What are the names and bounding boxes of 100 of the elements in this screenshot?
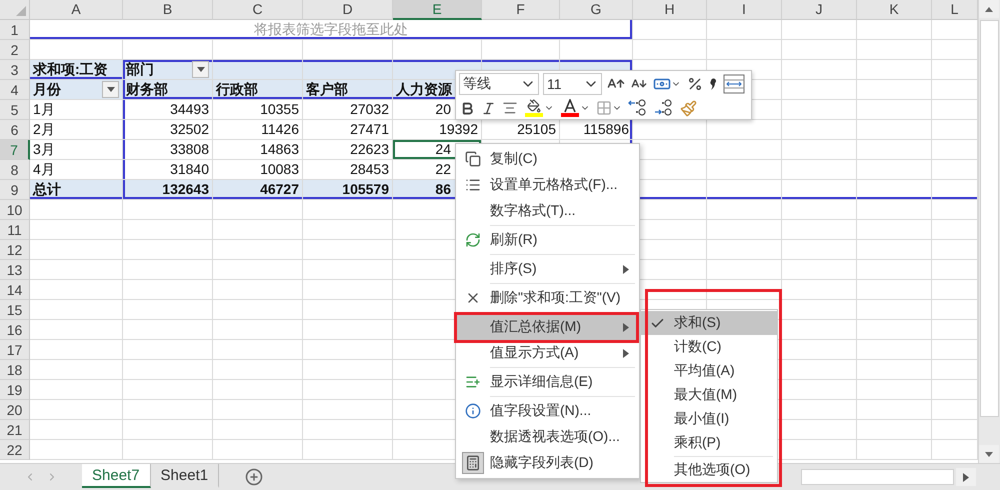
row-header[interactable]: 7 xyxy=(0,140,30,160)
row-header[interactable]: 3 xyxy=(0,60,30,80)
column-header[interactable]: J xyxy=(782,0,857,20)
corner-triangle-icon xyxy=(16,6,26,16)
table-cell: 客户部 xyxy=(303,80,393,100)
row-header[interactable]: 2 xyxy=(0,40,30,60)
table-cell: 10083 xyxy=(213,160,303,180)
menu-item[interactable]: 值显示方式(A) xyxy=(456,340,639,366)
table-cell: 27471 xyxy=(303,120,393,140)
row-header[interactable]: 6 xyxy=(0,120,30,140)
scroll-down-button[interactable] xyxy=(979,445,999,463)
table-cell: 28453 xyxy=(303,160,393,180)
paintbrush-icon xyxy=(680,100,697,116)
scroll-right-button[interactable] xyxy=(956,468,976,486)
menu-item[interactable]: 显示详细信息(E) xyxy=(456,369,639,395)
menu-item[interactable]: 值汇总依据(M) xyxy=(456,314,639,340)
row-header[interactable]: 4 xyxy=(0,80,30,100)
fill-color-button[interactable] xyxy=(523,97,555,119)
font-name-field[interactable]: 等线 xyxy=(459,73,539,95)
scroll-up-button[interactable] xyxy=(979,0,999,18)
font-size-field[interactable]: 11 xyxy=(543,73,602,95)
menu-item[interactable]: 计数(C) xyxy=(641,335,777,359)
column-header[interactable]: F xyxy=(482,0,560,20)
column-header[interactable]: H xyxy=(633,0,707,20)
column-header[interactable]: I xyxy=(707,0,782,20)
font-color-button[interactable] xyxy=(559,97,591,119)
table-cell: 11426 xyxy=(213,120,303,140)
italic-icon xyxy=(481,100,496,116)
table-cell xyxy=(932,180,978,200)
column-header[interactable]: B xyxy=(123,0,213,20)
row-header[interactable]: 9 xyxy=(0,180,30,200)
table-cell: 27032 xyxy=(303,100,393,120)
column-header[interactable]: C xyxy=(213,0,303,20)
column-header[interactable]: K xyxy=(857,0,932,20)
column-header[interactable]: A xyxy=(30,0,123,20)
menu-item[interactable]: 隐藏字段列表(D) xyxy=(456,450,639,476)
menu-item[interactable]: 其他选项(O) xyxy=(641,458,777,482)
row-header[interactable]: 21 xyxy=(0,420,30,440)
menu-item[interactable]: 平均值(A) xyxy=(641,359,777,383)
align-center-icon xyxy=(502,100,518,116)
menu-item[interactable]: 求和(S) xyxy=(641,311,777,335)
table-cell: 132643 xyxy=(123,180,213,200)
menu-item[interactable]: 最小值(I) xyxy=(641,407,777,431)
row-header[interactable]: 11 xyxy=(0,220,30,240)
vertical-scrollbar[interactable] xyxy=(978,0,1000,463)
menu-item[interactable]: 排序(S) xyxy=(456,256,639,282)
column-header[interactable]: L xyxy=(932,0,978,20)
table-cell: 25105 xyxy=(482,120,560,140)
table-cell: 财务部 xyxy=(123,80,213,100)
merge-cells-button[interactable] xyxy=(722,73,746,95)
row-header[interactable]: 18 xyxy=(0,360,30,380)
menu-item[interactable]: 数据透视表选项(O)... xyxy=(456,424,639,450)
scroll-thumb[interactable] xyxy=(980,20,999,417)
horizontal-scrollbar[interactable] xyxy=(801,469,954,485)
row-header[interactable]: 10 xyxy=(0,200,30,220)
menu-item[interactable]: 最大值(M) xyxy=(641,383,777,407)
table-cell: 22623 xyxy=(303,140,393,160)
row-header[interactable]: 17 xyxy=(0,340,30,360)
row-header[interactable]: 8 xyxy=(0,160,30,180)
down-triangle-icon xyxy=(985,452,993,456)
menu-item[interactable]: 数字格式(T)... xyxy=(456,198,639,224)
column-header[interactable]: D xyxy=(303,0,393,20)
table-cell: 1月 xyxy=(30,100,123,120)
sheet-tab[interactable]: Sheet1 xyxy=(150,464,220,488)
row-header[interactable]: 15 xyxy=(0,300,30,320)
column-header[interactable]: E xyxy=(393,0,482,20)
font-color-icon xyxy=(560,99,580,117)
up-triangle-icon xyxy=(985,6,993,12)
row-header[interactable]: 22 xyxy=(0,440,30,460)
table-cell: 46727 xyxy=(213,180,303,200)
table-cell: 19392 xyxy=(393,120,482,140)
row-header[interactable]: 14 xyxy=(0,280,30,300)
comma-icon xyxy=(709,77,717,91)
menu-item[interactable]: 乘积(P) xyxy=(641,431,777,455)
menu-item[interactable]: 删除"求和项:工资"(V) xyxy=(456,285,639,311)
row-header[interactable]: 5 xyxy=(0,100,30,120)
table-cell: 32502 xyxy=(123,120,213,140)
menu-item[interactable]: 刷新(R) xyxy=(456,227,639,253)
row-header[interactable]: 16 xyxy=(0,320,30,340)
filter-dropdown-button[interactable] xyxy=(102,81,119,98)
decrease-decimal-icon xyxy=(654,99,674,117)
table-cell: 行政部 xyxy=(213,80,303,100)
table-cell: 4月 xyxy=(30,160,123,180)
menu-item[interactable]: 值字段设置(N)... xyxy=(456,398,639,424)
table-cell: 2月 xyxy=(30,120,123,140)
grid-icon xyxy=(596,100,612,116)
table-cell: 34493 xyxy=(123,100,213,120)
fill-color-icon xyxy=(524,99,544,117)
merge-cells-icon xyxy=(723,74,745,94)
percent-icon xyxy=(687,76,703,92)
sheet-tab[interactable]: Sheet7 xyxy=(82,464,151,488)
row-header[interactable]: 20 xyxy=(0,400,30,420)
row-header[interactable]: 1 xyxy=(0,20,30,40)
table-cell: 求和项:工资 xyxy=(30,60,123,80)
row-header[interactable]: 19 xyxy=(0,380,30,400)
table-cell: 3月 xyxy=(30,140,123,160)
filter-dropdown-button[interactable] xyxy=(192,61,209,78)
row-header[interactable]: 13 xyxy=(0,260,30,280)
row-header[interactable]: 12 xyxy=(0,240,30,260)
column-header[interactable]: G xyxy=(560,0,633,20)
